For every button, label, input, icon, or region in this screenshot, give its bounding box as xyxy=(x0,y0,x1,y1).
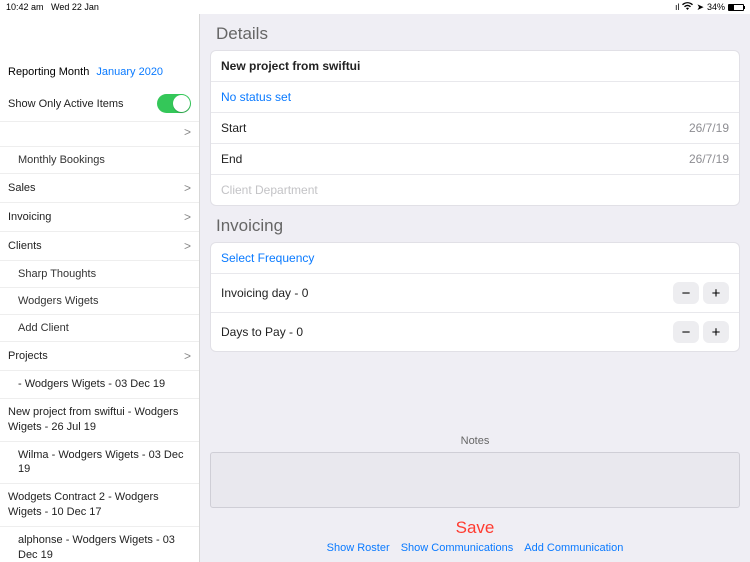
nav-invoicing[interactable]: Invoicing > xyxy=(0,203,199,232)
select-frequency-row[interactable]: Select Frequency xyxy=(211,243,739,274)
chevron-right-icon: > xyxy=(184,349,191,363)
sidebar-item-label: Sharp Thoughts xyxy=(18,268,96,280)
days-to-pay-row: Days to Pay - 0 − + xyxy=(211,313,739,351)
sidebar-project-item[interactable]: - Wodgers Wigets - 03 Dec 19 xyxy=(0,371,199,399)
sidebar-item-label: alphonse - Wodgers Wigets - 03 Dec 19 xyxy=(18,534,175,561)
reporting-month-value[interactable]: January 2020 xyxy=(96,66,163,78)
project-title-row[interactable]: New project from swiftui xyxy=(211,51,739,82)
nav-monthly-bookings[interactable]: Monthly Bookings xyxy=(0,147,199,174)
chevron-right-icon: > xyxy=(184,210,191,224)
nav-item-label: Clients xyxy=(8,240,42,252)
notes-textarea[interactable] xyxy=(210,452,740,508)
sidebar-item-label: - Wodgers Wigets - 03 Dec 19 xyxy=(18,378,165,390)
project-title: New project from swiftui xyxy=(221,59,360,73)
reporting-month-row[interactable]: Reporting Month January 2020 xyxy=(0,66,199,88)
sidebar-project-item[interactable]: Wodgets Contract 2 - Wodgers Wigets - 10… xyxy=(0,484,199,527)
invoicing-day-label: Invoicing day - 0 xyxy=(221,286,308,300)
active-items-row: Show Only Active Items xyxy=(0,88,199,122)
sidebar-project-item[interactable]: alphonse - Wodgers Wigets - 03 Dec 19 xyxy=(0,527,199,562)
sidebar: Reporting Month January 2020 Show Only A… xyxy=(0,14,200,562)
stepper-plus[interactable]: + xyxy=(703,282,729,304)
chevron-right-icon: > xyxy=(184,181,191,195)
active-items-label: Show Only Active Items xyxy=(8,98,124,110)
notes-label: Notes xyxy=(210,435,740,452)
client-dept-row[interactable]: Client Department xyxy=(211,175,739,205)
sidebar-item-label: New project from swiftui - Wodgers Wiget… xyxy=(8,406,178,433)
stepper-minus[interactable]: − xyxy=(673,282,699,304)
sidebar-client-item[interactable]: Sharp Thoughts xyxy=(0,261,199,288)
details-card: New project from swiftui No status set S… xyxy=(210,50,740,206)
stepper-minus[interactable]: − xyxy=(673,321,699,343)
start-label: Start xyxy=(221,121,246,135)
status-row[interactable]: No status set xyxy=(211,82,739,113)
nav-sales[interactable]: Sales > xyxy=(0,174,199,203)
battery-icon xyxy=(728,4,744,11)
sidebar-project-item[interactable]: New project from swiftui - Wodgers Wiget… xyxy=(0,399,199,442)
stepper-plus[interactable]: + xyxy=(703,321,729,343)
start-date-row[interactable]: Start 26/7/19 xyxy=(211,113,739,144)
invoicing-card: Select Frequency Invoicing day - 0 − + D… xyxy=(210,242,740,352)
end-date-row[interactable]: End 26/7/19 xyxy=(211,144,739,175)
sidebar-item-label: Wilma - Wodgers Wigets - 03 Dec 19 xyxy=(18,449,183,476)
bottom-links: Show Roster Show Communications Add Comm… xyxy=(200,542,750,562)
nav-item-truncated[interactable]: > xyxy=(0,122,199,147)
wifi-icon xyxy=(682,2,693,13)
save-button[interactable]: Save xyxy=(456,518,495,537)
end-value: 26/7/19 xyxy=(689,152,729,166)
nav-item-label: Invoicing xyxy=(8,211,51,223)
details-title: Details xyxy=(210,14,740,50)
invoicing-title: Invoicing xyxy=(210,206,740,242)
start-value: 26/7/19 xyxy=(689,121,729,135)
nav-item-label: Projects xyxy=(8,350,48,362)
nav-item-label: Monthly Bookings xyxy=(18,154,105,166)
sidebar-item-label: Add Client xyxy=(18,322,69,334)
battery-text: 34% xyxy=(707,2,725,12)
client-dept-placeholder: Client Department xyxy=(221,183,318,197)
sidebar-add-client[interactable]: Add Client xyxy=(0,315,199,342)
sidebar-item-label: Wodgers Wigets xyxy=(18,295,99,307)
days-to-pay-label: Days to Pay - 0 xyxy=(221,325,303,339)
active-items-toggle[interactable] xyxy=(157,94,191,113)
status-label: No status set xyxy=(221,90,291,104)
invoicing-day-row: Invoicing day - 0 − + xyxy=(211,274,739,313)
invoicing-day-stepper: − + xyxy=(673,282,729,304)
chevron-right-icon: > xyxy=(184,239,191,253)
sidebar-item-label: Wodgets Contract 2 - Wodgers Wigets - 10… xyxy=(8,491,159,518)
status-time: 10:42 am xyxy=(6,2,44,12)
end-label: End xyxy=(221,152,242,166)
status-bar: 10:42 am Wed 22 Jan ıl ➤ 34% xyxy=(0,0,750,14)
reporting-month-label: Reporting Month xyxy=(8,66,89,78)
show-communications-link[interactable]: Show Communications xyxy=(401,542,514,554)
nav-item-label: Sales xyxy=(8,182,36,194)
nav-clients-header[interactable]: Clients > xyxy=(0,232,199,261)
signal-icon: ıl xyxy=(675,2,680,12)
nav-projects-header[interactable]: Projects > xyxy=(0,342,199,371)
chevron-right-icon: > xyxy=(184,125,191,139)
nav-arrow-icon: ➤ xyxy=(696,2,704,13)
sidebar-client-item[interactable]: Wodgers Wigets xyxy=(0,288,199,315)
status-date: Wed 22 Jan xyxy=(51,2,99,12)
sidebar-project-item[interactable]: Wilma - Wodgers Wigets - 03 Dec 19 xyxy=(0,442,199,485)
main-panel: Details New project from swiftui No stat… xyxy=(200,14,750,562)
days-to-pay-stepper: − + xyxy=(673,321,729,343)
add-communication-link[interactable]: Add Communication xyxy=(524,542,623,554)
show-roster-link[interactable]: Show Roster xyxy=(327,542,390,554)
select-frequency-label: Select Frequency xyxy=(221,251,314,265)
